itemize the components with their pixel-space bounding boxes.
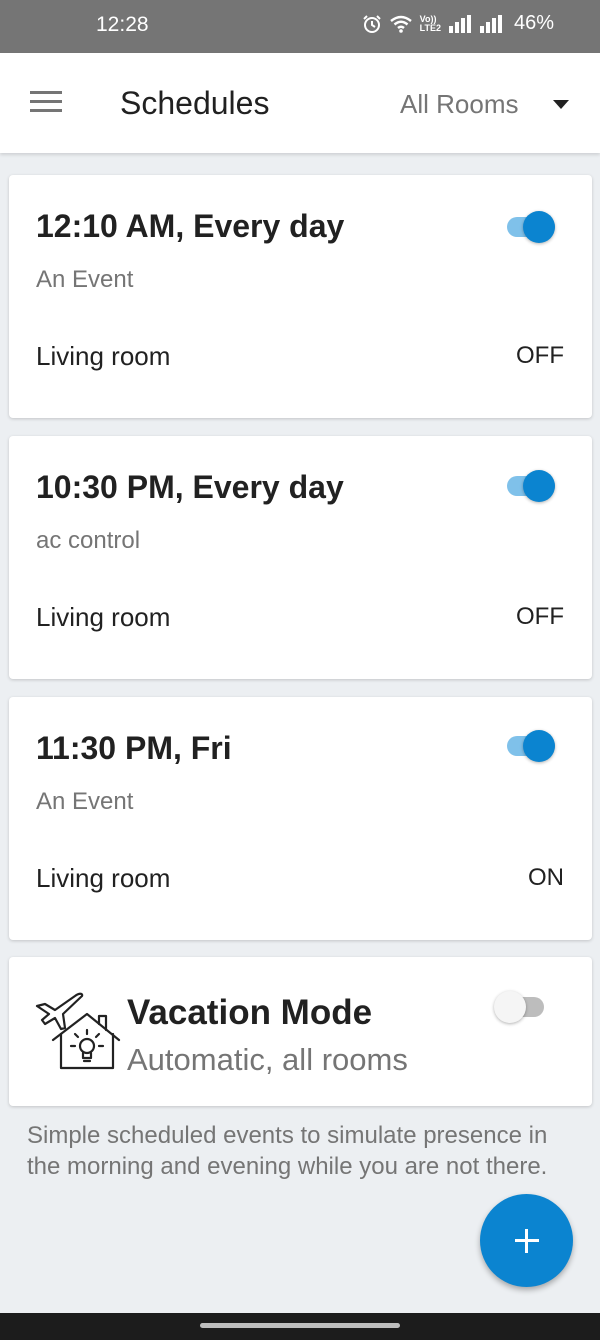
schedule-time: 11:30 PM, Fri [36, 730, 232, 766]
schedule-time: 12:10 AM, Every day [36, 208, 345, 244]
wifi-icon [389, 14, 413, 34]
schedule-time: 10:30 PM, Every day [36, 469, 344, 505]
status-bar: 12:28 Vo)) LTE2 46% [0, 0, 600, 53]
alarm-icon [362, 14, 382, 34]
dropdown-arrow-icon [553, 100, 569, 109]
vacation-house-icon [35, 984, 121, 1070]
schedule-toggle[interactable] [505, 208, 561, 244]
schedule-name: An Event [36, 788, 134, 815]
schedule-name: An Event [36, 266, 134, 293]
plus-icon [525, 1229, 528, 1253]
status-icons: Vo)) LTE2 46% [362, 12, 554, 35]
room-filter-dropdown[interactable]: All Rooms [400, 89, 580, 123]
add-schedule-button[interactable] [480, 1194, 573, 1287]
system-nav-bar [0, 1313, 600, 1340]
schedule-toggle[interactable] [505, 727, 561, 763]
toggle-thumb [523, 470, 555, 502]
schedule-card[interactable]: 12:10 AM, Every day An Event Living room… [9, 175, 592, 418]
signal-icon [448, 14, 472, 33]
toggle-thumb [523, 730, 555, 762]
schedule-toggle[interactable] [505, 467, 561, 503]
room-filter-label: All Rooms [400, 89, 519, 119]
schedule-state: OFF [516, 603, 564, 630]
status-time: 12:28 [96, 13, 149, 36]
volte-bottom-label: LTE2 [419, 22, 441, 33]
menu-icon[interactable] [30, 91, 64, 117]
schedule-room: Living room [36, 863, 171, 893]
signal-icon [479, 14, 503, 33]
battery-level: 46% [513, 12, 554, 34]
schedule-state: ON [528, 864, 564, 891]
schedule-room: Living room [36, 602, 171, 632]
toggle-thumb [494, 991, 526, 1023]
app-bar: Schedules All Rooms [0, 53, 600, 153]
schedule-name: ac control [36, 527, 141, 554]
home-gesture-handle[interactable] [200, 1323, 400, 1328]
vacation-description: Simple scheduled events to simulate pres… [27, 1122, 548, 1180]
schedule-room: Living room [36, 341, 171, 371]
vacation-mode-title: Vacation Mode [127, 993, 373, 1032]
schedule-card[interactable]: 11:30 PM, Fri An Event Living room ON [9, 697, 592, 940]
vacation-mode-subtitle: Automatic, all rooms [127, 1042, 408, 1077]
vacation-mode-card[interactable]: Vacation Mode Automatic, all rooms [9, 957, 592, 1106]
schedule-state: OFF [516, 342, 564, 369]
volte-icon: Vo)) LTE2 [419, 14, 441, 33]
page-title: Schedules [120, 85, 270, 121]
toggle-thumb [523, 211, 555, 243]
vacation-mode-toggle[interactable] [494, 988, 550, 1024]
schedule-card[interactable]: 10:30 PM, Every day ac control Living ro… [9, 436, 592, 679]
